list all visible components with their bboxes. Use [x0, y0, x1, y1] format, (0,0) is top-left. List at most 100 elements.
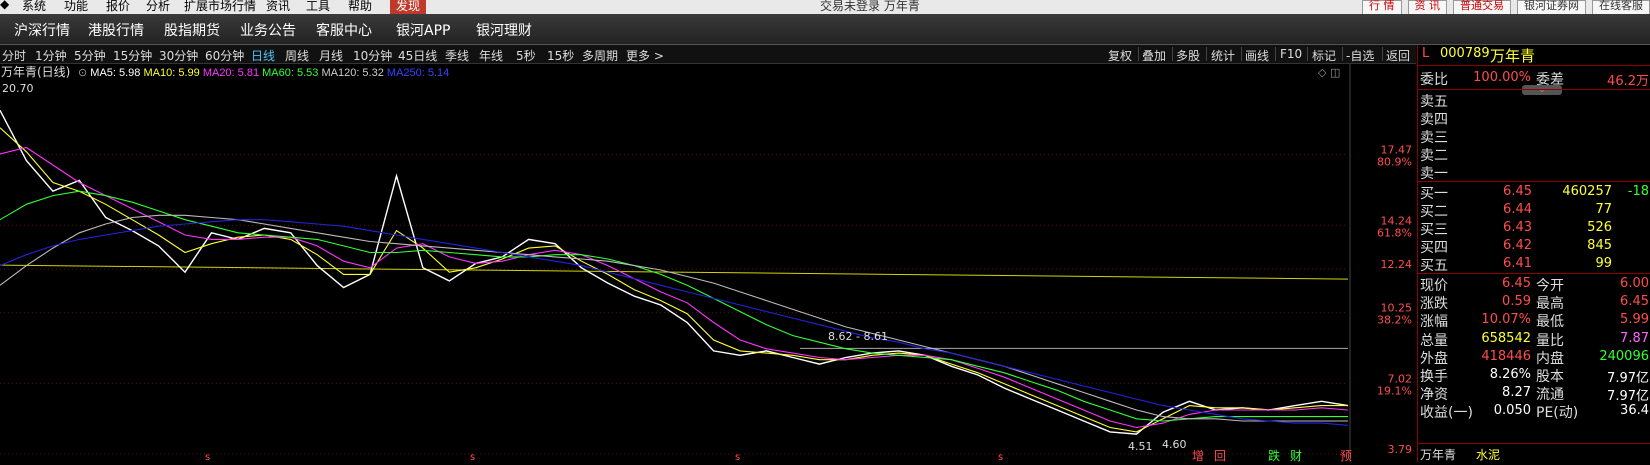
period-tick[interactable]: 分时: [2, 47, 26, 64]
nav-sh-sz[interactable]: 沪深行情: [14, 20, 70, 40]
period-5min[interactable]: 5分钟: [74, 47, 106, 64]
dividend-marker-icon[interactable]: s: [205, 452, 210, 463]
nav-app[interactable]: 银河APP: [396, 20, 450, 40]
period-15min[interactable]: 15分钟: [113, 47, 152, 64]
nav-announcements[interactable]: 业务公告: [240, 20, 296, 40]
chart-title: 万年青(日线): [1, 65, 70, 79]
expand-icon[interactable]: ◇ ◫: [1318, 66, 1340, 79]
period-daily[interactable]: 日线: [251, 47, 275, 64]
legend-ma60: MA60: 5.53: [262, 67, 318, 79]
event-marker[interactable]: 预: [1340, 449, 1352, 463]
weibi-label: 委比: [1420, 72, 1448, 88]
period-5sec[interactable]: 5秒: [516, 47, 536, 64]
menu-function[interactable]: 功能: [64, 0, 88, 14]
period-multi[interactable]: 多周期: [582, 47, 618, 64]
stat-label-2: PE(动): [1536, 405, 1579, 422]
stat-value: 8.27: [1502, 385, 1531, 401]
series-line-ma60: [0, 190, 1348, 422]
period-15sec[interactable]: 15秒: [547, 47, 574, 64]
kline-chart[interactable]: 万年青(日线) ⊙ MA5: 5.98 MA10: 5.99 MA20: 5.8…: [0, 64, 1416, 463]
menu-help[interactable]: 帮助: [348, 0, 372, 14]
stock-header: L 000789 万年青: [1418, 45, 1650, 65]
buy-row: 买五 6.41 99: [1418, 254, 1650, 274]
period-30min[interactable]: 30分钟: [159, 47, 198, 64]
buy-2-volume: 77: [1595, 202, 1612, 217]
high-price-label: 20.70: [2, 82, 34, 95]
buy-1-volume: 460257: [1562, 184, 1612, 199]
period-toolbar: 分时 1分钟 5分钟 15分钟 30分钟 60分钟 日线 周线 月线 10分钟 …: [0, 45, 1416, 64]
footer-stock-name: 万年青: [1420, 448, 1457, 462]
period-10min[interactable]: 10分钟: [353, 47, 392, 64]
stats-row: 现价 6.45 今开 6.00: [1418, 274, 1650, 294]
menu-quote[interactable]: 报价: [106, 0, 130, 14]
ma-settings-icon: ⊙: [78, 67, 90, 79]
tool-adjust[interactable]: 复权: [1108, 47, 1132, 64]
event-marker[interactable]: 财: [1290, 449, 1302, 463]
stats-row: 换手 8.26% 股本 7.97亿: [1418, 365, 1650, 386]
buy-2-price: 6.44: [1503, 202, 1532, 217]
menu-bar: ◆ 系统 功能 报价 分析 扩展市场行情 资讯 工具 帮助 发现 交易未登录 万…: [0, 0, 1650, 14]
period-monthly[interactable]: 月线: [319, 47, 343, 64]
y-tick-pct: 61.8%: [1377, 226, 1412, 239]
y-tick-label: 12.24: [1381, 258, 1413, 271]
sell-1-label: 卖一: [1420, 166, 1448, 182]
period-year[interactable]: 年线: [479, 47, 503, 64]
menu-analysis[interactable]: 分析: [146, 0, 170, 14]
menu-tools[interactable]: 工具: [306, 0, 330, 14]
event-marker[interactable]: 回: [1214, 449, 1226, 463]
tool-draw[interactable]: 画线: [1245, 47, 1269, 64]
dividend-marker-icon[interactable]: s: [470, 452, 475, 463]
y-tick-pct: 80.9%: [1377, 156, 1412, 169]
period-quarter[interactable]: 季线: [445, 47, 469, 64]
event-marker[interactable]: 增: [1192, 449, 1204, 463]
stat-value-2: 240096: [1599, 348, 1649, 364]
tool-stats[interactable]: 统计: [1211, 47, 1235, 64]
tool-back[interactable]: 返回: [1386, 47, 1410, 64]
tool-mark[interactable]: 标记: [1312, 47, 1336, 64]
nav-hk[interactable]: 港股行情: [88, 20, 144, 40]
stats-row: 收益(一) 0.050 PE(动) 36.4: [1418, 401, 1650, 422]
dividend-marker-icon[interactable]: s: [998, 452, 1003, 463]
period-60min[interactable]: 60分钟: [205, 47, 244, 64]
stats-row: 外盘 418446 内盘 240096: [1418, 347, 1650, 367]
menu-discover[interactable]: 发现: [390, 0, 427, 14]
menu-system[interactable]: 系统: [22, 0, 46, 14]
buy-row: 买三 6.43 526: [1418, 218, 1650, 238]
period-weekly[interactable]: 周线: [285, 47, 309, 64]
tool-f10[interactable]: F10: [1280, 47, 1302, 61]
nav-futures[interactable]: 股指期货: [164, 20, 220, 40]
buy-row: 买一 6.45 460257 -18: [1418, 182, 1650, 202]
news-button[interactable]: 资 讯: [1407, 0, 1447, 14]
legend-ma250: MA250: 5.14: [387, 67, 449, 79]
tool-watchlist[interactable]: -自选: [1346, 47, 1374, 64]
website-button[interactable]: 银河证券网: [1517, 0, 1586, 14]
stats-row: 涨跌 0.59 最高 6.45: [1418, 292, 1650, 312]
menu-extended-market[interactable]: 扩展市场行情: [184, 0, 256, 14]
tool-multi-stock[interactable]: 多股: [1176, 47, 1200, 64]
legend-ma10: MA10: 5.99: [143, 67, 199, 79]
sell-row: 卖四: [1418, 108, 1650, 128]
y-tick-pct: 19.1%: [1377, 384, 1412, 397]
stock-code: 000789: [1440, 46, 1490, 61]
footer-row: 万年青 水泥: [1418, 444, 1650, 463]
buy-5-label: 买五: [1420, 258, 1448, 274]
stat-value-2: 6.45: [1620, 294, 1649, 310]
dividend-marker-icon[interactable]: s: [735, 452, 740, 463]
period-1min[interactable]: 1分钟: [35, 47, 67, 64]
event-marker[interactable]: 跌: [1268, 448, 1280, 463]
tool-overlay[interactable]: 叠加: [1142, 47, 1166, 64]
stat-value-2: 7.87: [1620, 330, 1649, 346]
footer-industry-tag[interactable]: 水泥: [1476, 446, 1500, 463]
trade-button[interactable]: 普通交易: [1453, 0, 1511, 14]
support-button[interactable]: 在线客服: [1592, 0, 1650, 14]
quote-button[interactable]: 行 情: [1362, 0, 1402, 14]
period-more[interactable]: 更多 >: [626, 47, 664, 64]
stock-prefix: L: [1422, 46, 1430, 61]
period-45day[interactable]: 45日线: [398, 47, 437, 64]
stat-value: 10.07%: [1481, 312, 1531, 328]
nav-service[interactable]: 客服中心: [316, 20, 372, 40]
nav-finance[interactable]: 银河理财: [476, 20, 532, 40]
menu-news[interactable]: 资讯: [266, 0, 290, 14]
low-price-label-2: 4.60: [1162, 438, 1187, 451]
y-axis: 17.4780.9%14.2461.8%12.2410.2538.2%7.021…: [0, 144, 1412, 456]
